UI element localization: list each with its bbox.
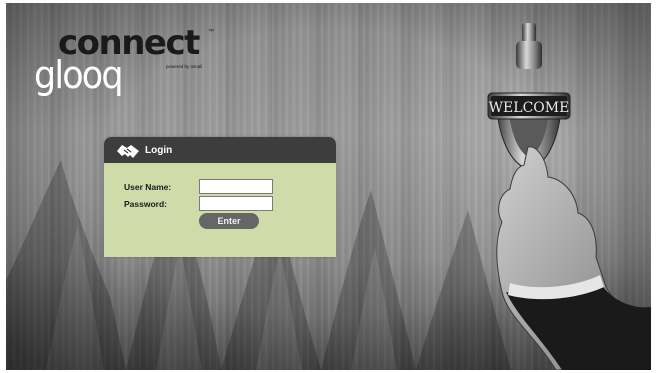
logo-trademark: ™ [208,29,214,35]
handshake-icon [117,145,139,158]
username-input[interactable] [199,179,273,194]
password-label: Password: [124,198,167,209]
background-scene: connect ™ glooq powered by Ismail WELCOM… [6,3,651,370]
door-knocker-hand-image: WELCOME [487,23,651,370]
brand-logo: connect ™ glooq powered by Ismail [28,23,218,101]
knocker-sign-text: WELCOME [489,100,570,116]
logo-powered-by: powered by Ismail [166,64,203,69]
logo-glooq-text: glooq [34,53,124,97]
password-row: Password: [124,196,273,211]
username-row: User Name: [124,179,273,194]
password-input[interactable] [199,196,273,211]
enter-button[interactable]: Enter [199,213,259,229]
login-panel: Login User Name: Password: Enter [104,137,336,257]
hand-icon [496,146,651,370]
login-title: Login [145,144,173,156]
login-header: Login [104,137,336,163]
username-label: User Name: [124,181,172,192]
